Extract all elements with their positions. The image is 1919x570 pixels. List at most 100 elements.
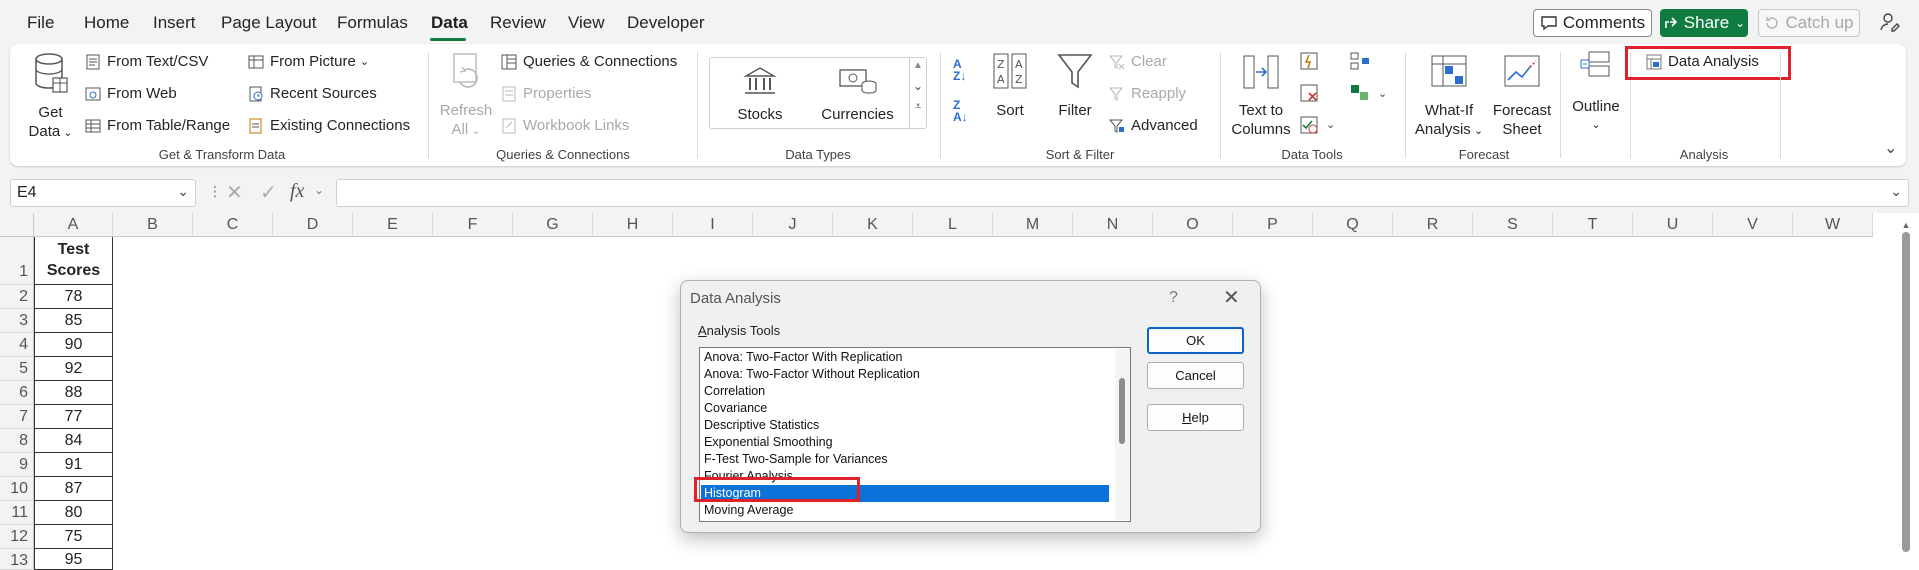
coauthoring-icon[interactable]	[1880, 12, 1900, 37]
sort-a-to-z-icon[interactable]: A Z↓	[953, 58, 966, 82]
menu-data[interactable]: Data	[431, 13, 468, 33]
cell-a13[interactable]: 95	[34, 549, 113, 570]
relationships-icon[interactable]	[1350, 84, 1370, 102]
tool-item[interactable]: Covariance	[701, 400, 1109, 417]
cell-a2[interactable]: 78	[34, 285, 113, 309]
tool-item[interactable]: F-Test Two-Sample for Variances	[701, 451, 1109, 468]
from-table-range-button[interactable]: From Table/Range	[85, 117, 230, 134]
row-header-9[interactable]: 9	[0, 453, 34, 477]
ok-button[interactable]: OK	[1147, 327, 1244, 354]
row-header-11[interactable]: 11	[0, 501, 34, 525]
help-button[interactable]: Help	[1147, 404, 1244, 431]
close-icon[interactable]: ✕	[1223, 285, 1240, 310]
what-if-analysis-button[interactable]: What-If Analysis ⌄	[1413, 52, 1485, 141]
column-header-h[interactable]: H	[593, 213, 673, 237]
help-icon[interactable]: ?	[1169, 289, 1178, 307]
menu-page-layout[interactable]: Page Layout	[221, 13, 316, 33]
forecast-sheet-button[interactable]: Forecast Sheet	[1487, 52, 1557, 139]
enter-entry-icon[interactable]: ✓	[260, 180, 277, 205]
stocks-button[interactable]: Stocks	[720, 66, 800, 124]
menu-formulas[interactable]: Formulas	[337, 13, 408, 33]
catch-up-button[interactable]: Catch up	[1758, 9, 1860, 37]
queries-connections-button[interactable]: Queries & Connections	[501, 53, 677, 70]
text-to-columns-button[interactable]: Text to Columns	[1231, 52, 1291, 139]
chevron-down-icon[interactable]: ⌄	[177, 183, 189, 200]
from-web-button[interactable]: From Web	[85, 85, 177, 102]
tool-item[interactable]: Fourier Analysis	[701, 468, 1109, 485]
cancel-button[interactable]: Cancel	[1147, 362, 1244, 389]
column-header-p[interactable]: P	[1233, 213, 1313, 237]
gallery-scroll[interactable]: ▲ ⌄ ⩡	[909, 58, 926, 128]
reapply-button[interactable]: Reapply	[1109, 85, 1186, 102]
clear-button[interactable]: Clear	[1109, 53, 1167, 70]
comments-button[interactable]: Comments	[1533, 9, 1652, 37]
cancel-entry-icon[interactable]: ✕	[226, 180, 243, 205]
tool-item[interactable]: Anova: Two-Factor With Replication	[701, 349, 1109, 366]
column-header-a[interactable]: A	[34, 213, 113, 237]
row-header-3[interactable]: 3	[0, 309, 34, 333]
tool-item[interactable]: Correlation	[701, 383, 1109, 400]
cell-a6[interactable]: 88	[34, 381, 113, 405]
currencies-button[interactable]: Currencies	[815, 66, 900, 124]
row-header-10[interactable]: 10	[0, 477, 34, 501]
get-data-button[interactable]: Get Data ⌄	[23, 52, 78, 143]
column-header-d[interactable]: D	[273, 213, 353, 237]
column-header-e[interactable]: E	[353, 213, 433, 237]
row-header-1[interactable]: 1	[0, 237, 34, 285]
formula-input[interactable]: ⌄	[336, 179, 1909, 207]
row-header-4[interactable]: 4	[0, 333, 34, 357]
row-header-5[interactable]: 5	[0, 357, 34, 381]
column-header-s[interactable]: S	[1473, 213, 1553, 237]
menu-review[interactable]: Review	[490, 13, 546, 33]
row-header-7[interactable]: 7	[0, 405, 34, 429]
cell-a11[interactable]: 80	[34, 501, 113, 525]
column-header-c[interactable]: C	[193, 213, 273, 237]
column-header-q[interactable]: Q	[1313, 213, 1393, 237]
menu-insert[interactable]: Insert	[153, 13, 196, 33]
tool-item[interactable]: Moving Average	[701, 502, 1109, 519]
tool-item[interactable]: Anova: Two-Factor Without Replication	[701, 366, 1109, 383]
analysis-tools-list[interactable]: Anova: Two-Factor With Replication Anova:…	[699, 347, 1131, 522]
tool-item[interactable]: Exponential Smoothing	[701, 434, 1109, 451]
row-header-2[interactable]: 2	[0, 285, 34, 309]
properties-button[interactable]: Properties	[501, 85, 591, 102]
select-all-corner[interactable]	[0, 213, 34, 237]
column-header-f[interactable]: F	[433, 213, 513, 237]
row-header-12[interactable]: 12	[0, 525, 34, 549]
menu-view[interactable]: View	[568, 13, 605, 33]
menu-developer[interactable]: Developer	[627, 13, 705, 33]
expand-formula-bar-icon[interactable]: ⌄	[1890, 183, 1902, 200]
from-text-csv-button[interactable]: From Text/CSV	[85, 53, 208, 70]
chevron-up-icon[interactable]: ▲	[1900, 220, 1912, 230]
chevron-down-icon[interactable]: ⌄	[1378, 87, 1387, 100]
cell-a10[interactable]: 87	[34, 477, 113, 501]
insert-function-icon[interactable]: fx	[290, 180, 304, 203]
from-picture-button[interactable]: From Picture ⌄	[248, 53, 369, 70]
column-header-b[interactable]: B	[113, 213, 193, 237]
refresh-all-button[interactable]: Refresh All ⌄	[438, 52, 494, 141]
recent-sources-button[interactable]: Recent Sources	[248, 85, 377, 102]
tool-item[interactable]: Descriptive Statistics	[701, 417, 1109, 434]
column-header-m[interactable]: M	[993, 213, 1073, 237]
ribbon-collapse-icon[interactable]: ⌄	[1884, 138, 1897, 158]
list-scrollbar[interactable]	[1115, 349, 1130, 520]
column-header-g[interactable]: G	[513, 213, 593, 237]
gallery-more-icon[interactable]: ⩡	[910, 99, 926, 114]
workbook-links-button[interactable]: Workbook Links	[501, 117, 629, 134]
sort-button[interactable]: ZAAZ Sort	[987, 52, 1033, 120]
share-button[interactable]: Share ⌄	[1660, 9, 1748, 37]
scrollbar-thumb[interactable]	[1902, 232, 1910, 552]
advanced-filter-button[interactable]: Advanced	[1109, 117, 1198, 134]
column-header-i[interactable]: I	[673, 213, 753, 237]
menu-home[interactable]: Home	[84, 13, 129, 33]
chevron-down-icon[interactable]: ⌄	[314, 183, 324, 197]
name-box[interactable]: E4 ⌄	[10, 179, 196, 207]
column-header-r[interactable]: R	[1393, 213, 1473, 237]
cell-a3[interactable]: 85	[34, 309, 113, 333]
sort-z-to-a-icon[interactable]: Z A↓	[953, 99, 968, 123]
remove-duplicates-icon[interactable]	[1300, 84, 1318, 102]
cell-a7[interactable]: 77	[34, 405, 113, 429]
menu-file[interactable]: File	[27, 13, 54, 33]
column-header-o[interactable]: O	[1153, 213, 1233, 237]
column-header-u[interactable]: U	[1633, 213, 1713, 237]
